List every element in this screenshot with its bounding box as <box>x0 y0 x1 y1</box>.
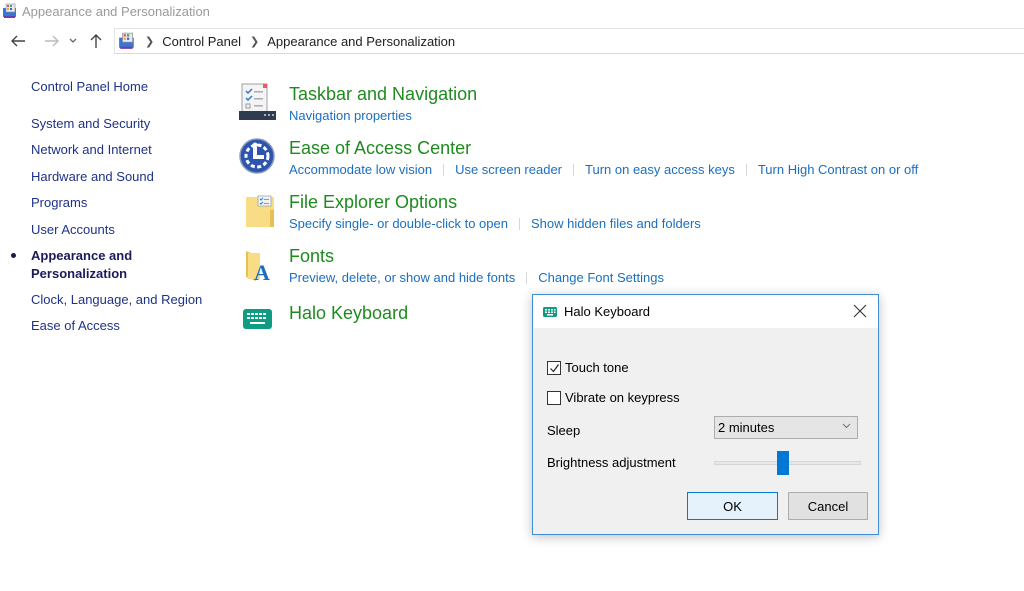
brightness-slider[interactable] <box>714 449 861 477</box>
checkmark-icon <box>550 363 559 372</box>
category-title[interactable]: File Explorer Options <box>289 191 457 213</box>
category-links: Navigation properties <box>289 108 412 123</box>
window-title: Appearance and Personalization <box>22 3 210 19</box>
link-separator <box>518 217 520 230</box>
link-single-double-click[interactable]: Specify single- or double-click to open <box>289 216 508 231</box>
vibrate-row: Vibrate on keypress <box>547 390 680 405</box>
link-navigation-properties[interactable]: Navigation properties <box>289 108 412 123</box>
link-change-font-settings[interactable]: Change Font Settings <box>538 270 664 285</box>
vibrate-label[interactable]: Vibrate on keypress <box>565 390 680 405</box>
link-preview-fonts[interactable]: Preview, delete, or show and hide fonts <box>289 270 515 285</box>
category-links: Preview, delete, or show and hide fonts … <box>289 270 664 285</box>
keyboard-icon <box>543 306 557 317</box>
touch-tone-label[interactable]: Touch tone <box>565 360 629 375</box>
link-separator <box>443 163 445 176</box>
control-panel-icon <box>3 3 16 18</box>
touch-tone-row: Touch tone <box>547 360 629 375</box>
halo-keyboard-dialog: Halo Keyboard Touch tone Vibrate on keyp… <box>532 294 879 535</box>
link-easy-access-keys[interactable]: Turn on easy access keys <box>585 162 735 177</box>
category-title[interactable]: Taskbar and Navigation <box>289 83 477 105</box>
sidebar-item-appearance-personalization[interactable]: Appearance and Personalization <box>31 247 132 283</box>
sidebar-item-clock-language-region[interactable]: Clock, Language, and Region <box>31 291 202 309</box>
link-separator <box>573 163 575 176</box>
sidebar-item-network-internet[interactable]: Network and Internet <box>31 141 152 159</box>
breadcrumb-separator-icon[interactable]: ❯ <box>145 35 154 48</box>
category-links: Accommodate low vision Use screen reader… <box>289 162 918 177</box>
sleep-select[interactable]: 2 minutes <box>714 416 858 439</box>
breadcrumb-appearance[interactable]: Appearance and Personalization <box>267 34 455 49</box>
ok-button[interactable]: OK <box>687 492 778 520</box>
category-title[interactable]: Fonts <box>289 245 334 267</box>
brightness-label: Brightness adjustment <box>547 455 676 470</box>
back-arrow-icon <box>11 35 25 47</box>
link-show-hidden-files[interactable]: Show hidden files and folders <box>531 216 701 231</box>
category-title[interactable]: Ease of Access Center <box>289 137 471 159</box>
up-button[interactable] <box>84 29 108 53</box>
navigation-bar: ❯ Control Panel ❯ Appearance and Persona… <box>0 28 1024 54</box>
link-accommodate-low-vision[interactable]: Accommodate low vision <box>289 162 432 177</box>
ease-of-access-icon <box>239 138 275 174</box>
link-separator <box>745 163 747 176</box>
back-button[interactable] <box>6 29 30 53</box>
link-separator <box>526 271 528 284</box>
sleep-row: Sleep <box>547 423 580 438</box>
dialog-title: Halo Keyboard <box>564 304 650 319</box>
active-bullet-icon <box>11 253 16 258</box>
vibrate-checkbox[interactable] <box>547 390 561 405</box>
folder-options-icon <box>246 195 274 227</box>
breadcrumb-separator-icon[interactable]: ❯ <box>250 35 259 48</box>
sleep-label: Sleep <box>547 423 581 438</box>
sidebar-item-user-accounts[interactable]: User Accounts <box>31 221 115 239</box>
fonts-folder-icon: A <box>246 251 270 285</box>
dialog-titlebar[interactable]: Halo Keyboard <box>533 295 878 328</box>
link-high-contrast[interactable]: Turn High Contrast on or off <box>758 162 918 177</box>
category-links: Specify single- or double-click to open … <box>289 216 701 231</box>
forward-arrow-icon <box>45 35 59 47</box>
control-panel-icon <box>119 32 134 49</box>
window-titlebar: Appearance and Personalization <box>0 0 1024 22</box>
slider-thumb[interactable] <box>777 451 790 475</box>
sidebar-item-programs[interactable]: Programs <box>31 194 87 212</box>
close-icon[interactable] <box>852 303 868 319</box>
link-use-screen-reader[interactable]: Use screen reader <box>455 162 562 177</box>
breadcrumb-control-panel[interactable]: Control Panel <box>162 34 241 49</box>
sleep-select-value: 2 minutes <box>718 420 775 435</box>
up-arrow-icon <box>90 34 102 48</box>
chevron-down-icon <box>69 38 77 43</box>
address-bar[interactable]: ❯ Control Panel ❯ Appearance and Persona… <box>114 28 1024 54</box>
keyboard-icon <box>243 309 272 329</box>
sidebar-item-hardware-sound[interactable]: Hardware and Sound <box>31 168 154 186</box>
brightness-row: Brightness adjustment <box>547 455 676 470</box>
sidebar-item-label: Appearance and <box>31 248 133 263</box>
svg-text:A: A <box>254 260 270 285</box>
category-title[interactable]: Halo Keyboard <box>289 302 408 324</box>
taskbar-icon <box>239 83 276 120</box>
chevron-down-icon <box>842 423 851 429</box>
sidebar-item-system-security[interactable]: System and Security <box>31 115 150 133</box>
sidebar-item-label: Personalization <box>31 266 128 281</box>
touch-tone-checkbox[interactable] <box>547 360 561 375</box>
cancel-button[interactable]: Cancel <box>788 492 868 520</box>
forward-button[interactable] <box>40 29 64 53</box>
sidebar-item-control-panel-home[interactable]: Control Panel Home <box>31 78 148 96</box>
recent-locations-button[interactable] <box>66 29 80 53</box>
sidebar-item-ease-of-access[interactable]: Ease of Access <box>31 317 120 335</box>
